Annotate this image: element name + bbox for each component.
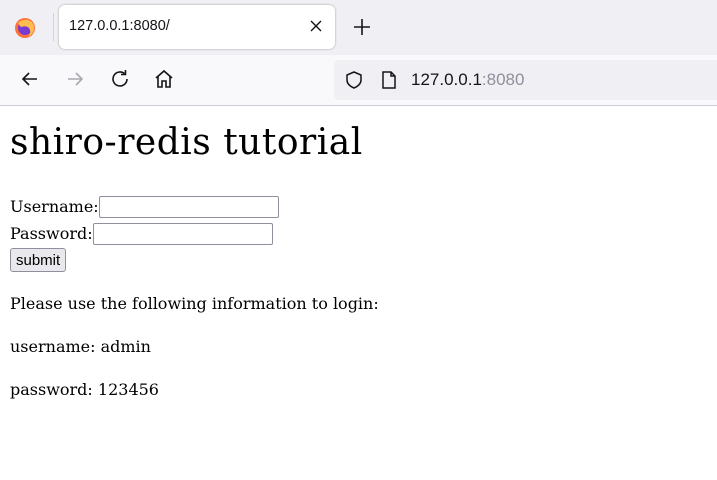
plus-icon[interactable] xyxy=(352,17,372,37)
info-password: password: 123456 xyxy=(10,380,159,399)
username-label: Username: xyxy=(10,196,99,216)
password-input[interactable] xyxy=(92,222,273,245)
page-icon[interactable] xyxy=(380,70,398,90)
username-row: Username: xyxy=(10,193,707,220)
info-username: username: admin xyxy=(10,337,151,356)
password-label: Password: xyxy=(10,223,93,243)
password-row: Password: xyxy=(10,220,707,247)
close-icon[interactable] xyxy=(309,19,323,33)
tab-active[interactable]: 127.0.0.1:8080/ xyxy=(59,5,335,49)
url-host: 127.0.0.1 xyxy=(411,70,482,89)
forward-arrow-icon[interactable] xyxy=(63,67,87,91)
firefox-icon[interactable] xyxy=(14,17,36,39)
login-info: Please use the following information to … xyxy=(10,294,707,400)
page-content: shiro-redis tutorial Username: Password:… xyxy=(0,121,717,400)
login-form: Username: Password: submit xyxy=(10,193,707,272)
shield-icon[interactable] xyxy=(344,70,364,90)
submit-button[interactable]: submit xyxy=(10,248,67,272)
tab-title: 127.0.0.1:8080/ xyxy=(69,18,170,34)
info-intro: Please use the following information to … xyxy=(10,294,379,313)
navigation-toolbar: 127.0.0.1:8080 xyxy=(0,55,717,106)
tab-strip: 127.0.0.1:8080/ xyxy=(0,0,717,55)
url-bar[interactable]: 127.0.0.1:8080 xyxy=(334,60,717,100)
username-input[interactable] xyxy=(98,195,279,218)
home-icon[interactable] xyxy=(152,67,176,91)
back-arrow-icon[interactable] xyxy=(18,67,42,91)
url-port: :8080 xyxy=(481,70,525,89)
url-text[interactable]: 127.0.0.1:8080 xyxy=(411,70,524,90)
page-title: shiro-redis tutorial xyxy=(10,122,363,163)
reload-icon[interactable] xyxy=(108,67,132,91)
tab-separator xyxy=(53,13,54,41)
